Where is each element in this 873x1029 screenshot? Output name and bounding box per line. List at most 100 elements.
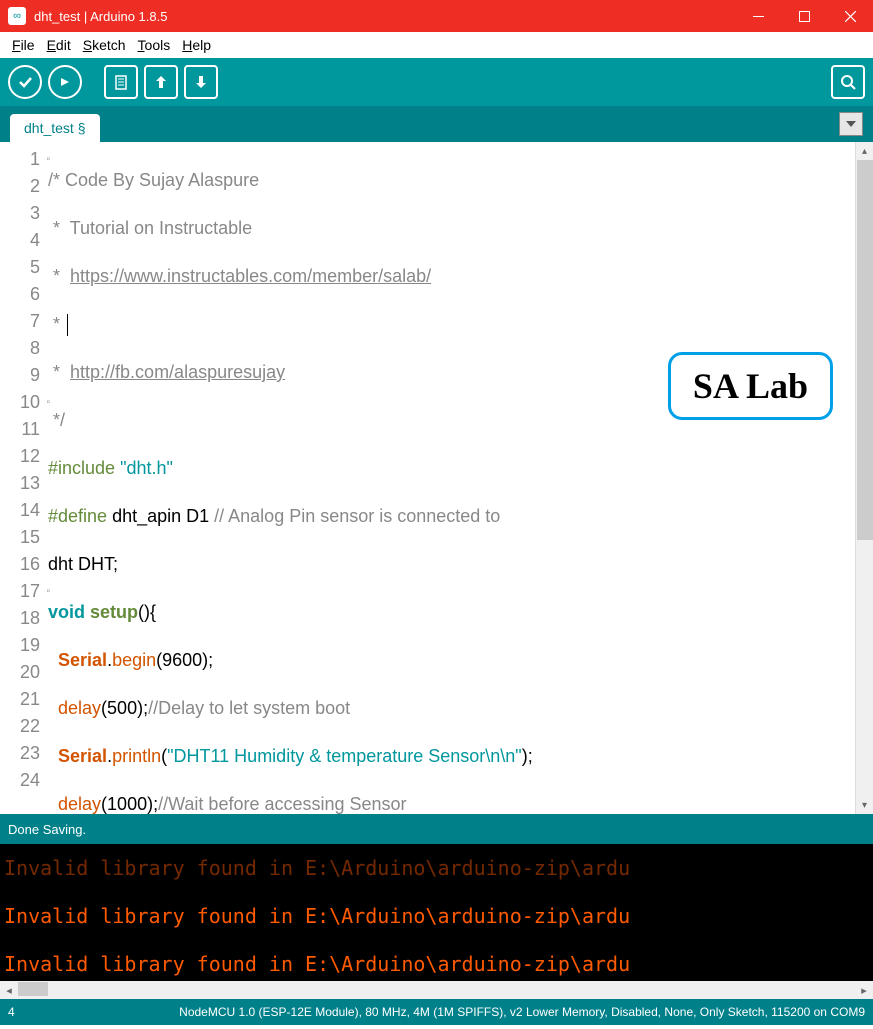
line-number: 6	[0, 281, 48, 308]
line-number: 7	[0, 308, 48, 335]
line-number: 13	[0, 470, 48, 497]
sa-lab-watermark: SA Lab	[668, 352, 833, 420]
code-area[interactable]: /* Code By Sujay Alaspure * Tutorial on …	[48, 142, 873, 814]
line-number: 19	[0, 632, 48, 659]
line-number: 20	[0, 659, 48, 686]
window-title: dht_test | Arduino 1.8.5	[34, 9, 735, 24]
code-text: //Delay to let system boot	[148, 698, 350, 718]
text-caret	[67, 314, 68, 336]
code-text	[48, 746, 58, 766]
code-text: (500);	[101, 698, 148, 718]
code-text	[48, 650, 58, 670]
scroll-track[interactable]	[18, 981, 855, 999]
upload-button[interactable]	[48, 65, 82, 99]
scroll-left-icon[interactable]: ◂	[0, 984, 18, 997]
editor-vertical-scrollbar[interactable]: ▴ ▾	[855, 142, 873, 814]
code-editor[interactable]: 1 2 3 4 5 6 7 8 9 10 11 12 13 14 15 16 1…	[0, 142, 873, 814]
code-text: void	[48, 602, 85, 622]
code-link: http://fb.com/alaspuresujay	[70, 362, 285, 382]
code-text: #include	[48, 458, 115, 478]
line-gutter: 1 2 3 4 5 6 7 8 9 10 11 12 13 14 15 16 1…	[0, 142, 48, 814]
code-text: #define	[48, 506, 107, 526]
tab-dropdown-button[interactable]	[839, 112, 863, 136]
line-number: 16	[0, 551, 48, 578]
code-link: https://www.instructables.com/member/sal…	[70, 266, 431, 286]
code-text: *	[48, 314, 65, 334]
status-text: Done Saving.	[8, 822, 86, 837]
code-text: delay	[58, 794, 101, 814]
window-buttons	[735, 0, 873, 32]
code-text: delay	[58, 698, 101, 718]
scroll-thumb[interactable]	[18, 982, 48, 996]
board-info: NodeMCU 1.0 (ESP-12E Module), 80 MHz, 4M…	[15, 1005, 865, 1019]
code-text: dht DHT;	[48, 554, 118, 574]
code-text: "dht.h"	[115, 458, 173, 478]
code-text: "DHT11 Humidity & temperature Sensor\n\n…	[167, 746, 522, 766]
menu-sketch[interactable]: Sketch	[77, 35, 132, 55]
code-text: //Wait before accessing Sensor	[158, 794, 406, 814]
menubar: File Edit Sketch Tools Help	[0, 32, 873, 58]
scroll-down-icon[interactable]: ▾	[856, 796, 873, 814]
line-number: 14	[0, 497, 48, 524]
code-text: begin	[112, 650, 156, 670]
tabbar: dht_test §	[0, 106, 873, 142]
line-number: 21	[0, 686, 48, 713]
code-text: *	[48, 266, 70, 286]
line-number: 5	[0, 254, 48, 281]
line-number: 15	[0, 524, 48, 551]
save-button[interactable]	[184, 65, 218, 99]
serial-monitor-button[interactable]	[831, 65, 865, 99]
code-text: setup	[90, 602, 138, 622]
maximize-button[interactable]	[781, 0, 827, 32]
cursor-position: 4	[8, 1005, 15, 1019]
code-text: );	[522, 746, 533, 766]
line-number: 9	[0, 362, 48, 389]
titlebar: ∞ dht_test | Arduino 1.8.5	[0, 0, 873, 32]
menu-edit[interactable]: Edit	[41, 35, 77, 55]
code-text: * Tutorial on Instructable	[48, 218, 252, 238]
code-text: // Analog Pin sensor is connected to	[214, 506, 500, 526]
footer-bar: 4 NodeMCU 1.0 (ESP-12E Module), 80 MHz, …	[0, 999, 873, 1025]
menu-file[interactable]: File	[6, 35, 41, 55]
code-text	[48, 794, 58, 814]
minimize-button[interactable]	[735, 0, 781, 32]
line-number: 11	[0, 416, 48, 443]
code-text: Serial	[58, 746, 107, 766]
open-button[interactable]	[144, 65, 178, 99]
line-number: 1	[0, 146, 48, 173]
close-button[interactable]	[827, 0, 873, 32]
scroll-up-icon[interactable]: ▴	[856, 142, 873, 160]
output-console[interactable]: Invalid library found in E:\Arduino\ardu…	[0, 844, 873, 981]
line-number: 12	[0, 443, 48, 470]
line-number: 18	[0, 605, 48, 632]
code-text	[48, 698, 58, 718]
line-number: 10	[0, 389, 48, 416]
menu-help[interactable]: Help	[176, 35, 217, 55]
code-text: (){	[138, 602, 156, 622]
line-number: 2	[0, 173, 48, 200]
console-line: Invalid library found in E:\Arduino\ardu…	[4, 952, 869, 976]
line-number: 3	[0, 200, 48, 227]
line-number: 17	[0, 578, 48, 605]
verify-button[interactable]	[8, 65, 42, 99]
toolbar	[0, 58, 873, 106]
new-button[interactable]	[104, 65, 138, 99]
code-text: dht_apin D1	[107, 506, 214, 526]
line-number: 24	[0, 767, 48, 794]
tab-dht-test[interactable]: dht_test §	[10, 114, 100, 142]
menu-tools[interactable]: Tools	[132, 35, 177, 55]
code-text: *	[48, 362, 70, 382]
scroll-right-icon[interactable]: ▸	[855, 984, 873, 997]
console-horizontal-scrollbar[interactable]: ◂ ▸	[0, 981, 873, 999]
code-text: println	[112, 746, 161, 766]
arduino-logo-icon: ∞	[8, 7, 26, 25]
scroll-thumb[interactable]	[857, 160, 873, 540]
line-number: 8	[0, 335, 48, 362]
console-line: Invalid library found in E:\Arduino\ardu…	[4, 904, 869, 928]
code-text: Serial	[58, 650, 107, 670]
code-text: (9600);	[156, 650, 213, 670]
line-number: 4	[0, 227, 48, 254]
code-text: (1000);	[101, 794, 158, 814]
code-text: */	[48, 410, 65, 430]
console-line: Invalid library found in E:\Arduino\ardu…	[4, 856, 869, 880]
